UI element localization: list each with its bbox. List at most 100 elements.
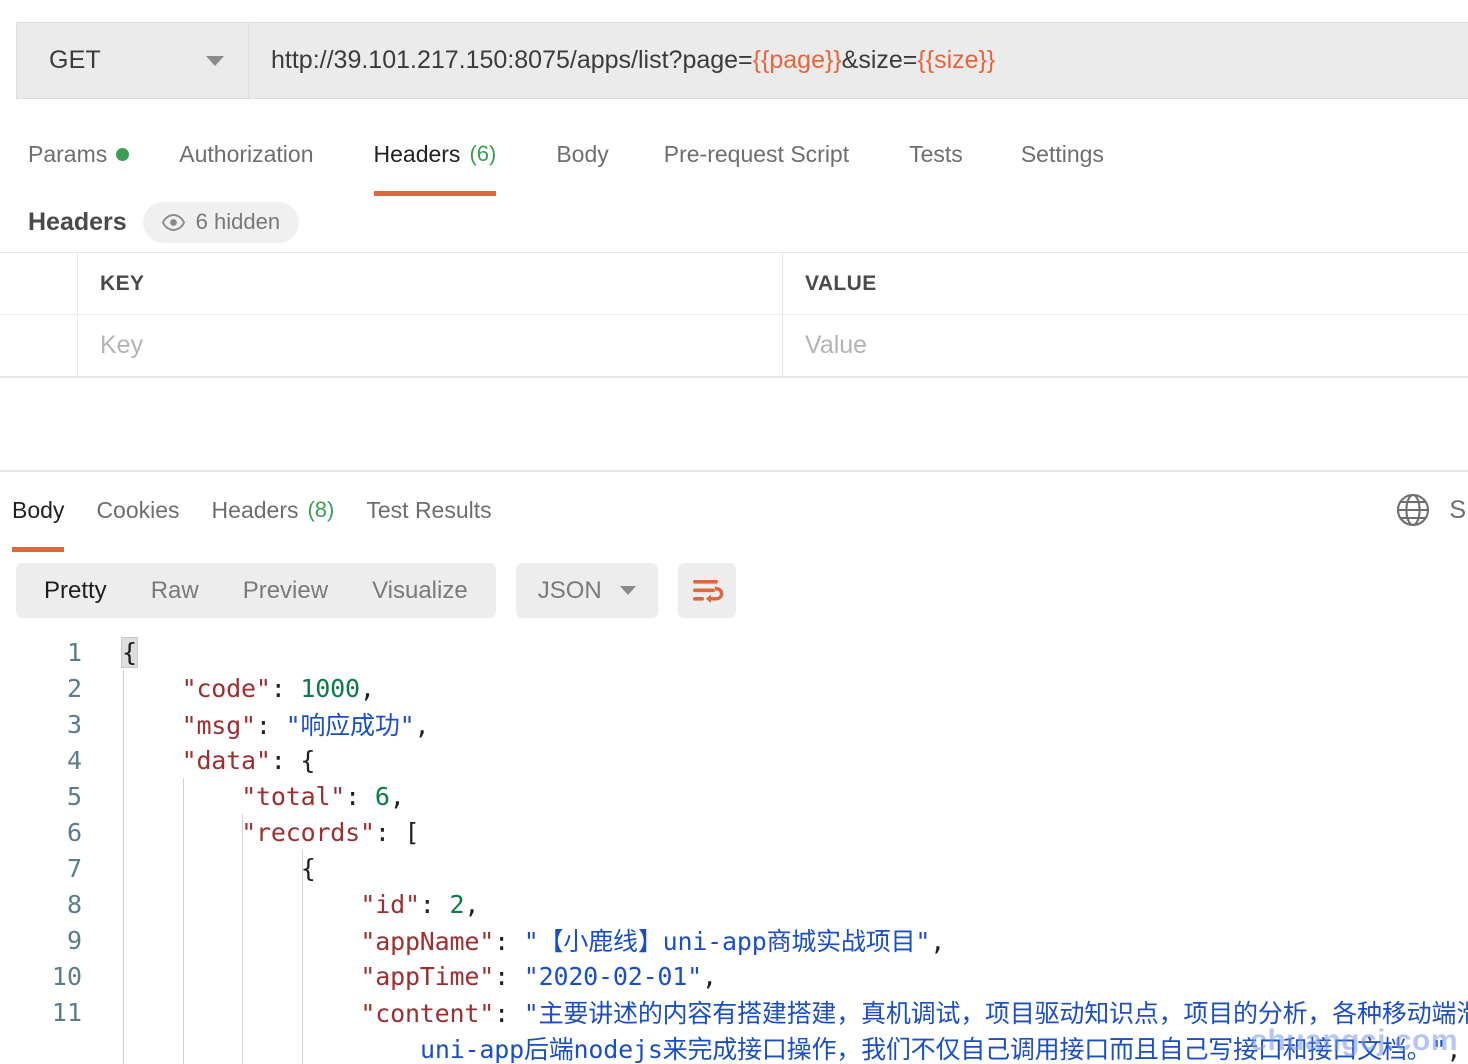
token-p: , xyxy=(389,781,405,811)
code-line: 3 "msg": "响应成功", xyxy=(0,706,1468,742)
token-s: uni-app后端nodejs来完成接口操作，我们不仅自己调用接口而且自己写接口… xyxy=(420,1035,1447,1064)
response-tabs: Body Cookies Headers (8) Test Results xyxy=(0,482,1468,552)
wrap-lines-button[interactable] xyxy=(677,563,736,618)
view-label: Visualize xyxy=(372,576,468,604)
response-format-select[interactable]: JSON xyxy=(515,563,658,618)
tab-headers[interactable]: Headers (6) xyxy=(373,128,496,196)
view-label: Pretty xyxy=(44,576,107,604)
token-p: : xyxy=(270,673,301,703)
column-header-value: VALUE xyxy=(783,253,1468,314)
row-checkbox-cell[interactable] xyxy=(0,315,78,376)
response-body-toolbar: Pretty Raw Preview Visualize JSON xyxy=(16,563,736,618)
token-p: { xyxy=(300,853,316,883)
line-number: 4 xyxy=(66,745,82,775)
code-content: uni-app后端nodejs来完成接口操作，我们不仅自己调用接口而且自己写接口… xyxy=(104,1030,1461,1064)
view-label: Preview xyxy=(242,576,329,604)
column-header-key-label: KEY xyxy=(100,271,145,295)
tab-label: Headers xyxy=(373,140,461,167)
response-tab-headers[interactable]: Headers (8) xyxy=(212,484,335,536)
request-tabs: Params Authorization Headers (6) Body Pre-req… xyxy=(0,128,1468,196)
select-all-checkbox-cell[interactable] xyxy=(0,253,78,314)
globe-icon[interactable] xyxy=(1393,490,1433,530)
token-k: "code" xyxy=(181,673,271,703)
header-value-input[interactable]: Value xyxy=(783,315,1468,376)
table-row[interactable]: Key Value xyxy=(0,315,1468,377)
tab-label: Pre-request Script xyxy=(663,140,850,167)
line-number: 2 xyxy=(66,673,82,703)
headers-table-header-row: KEY VALUE xyxy=(0,253,1468,315)
token-n: 2 xyxy=(449,889,465,919)
token-n: 6 xyxy=(374,781,390,811)
headers-section-header: Headers 6 hidden xyxy=(0,196,1468,248)
code-content: "total": 6, xyxy=(104,782,405,811)
wrap-text-icon xyxy=(692,579,724,603)
code-line: 9 "appName": "【小鹿线】uni-app商城实战项目", xyxy=(0,922,1468,958)
tab-label: Params xyxy=(28,140,108,167)
response-view-switch: Pretty Raw Preview Visualize xyxy=(16,563,496,618)
response-actions: S xyxy=(1393,482,1468,538)
response-tab-body[interactable]: Body xyxy=(12,484,65,552)
token-s: "2020-02-01" xyxy=(523,961,702,991)
tab-authorization[interactable]: Authorization xyxy=(179,128,313,180)
token-p: : xyxy=(419,889,450,919)
token-k: "records" xyxy=(241,817,375,847)
url-text-mid: &size= xyxy=(841,46,918,74)
chevron-down-icon xyxy=(206,55,224,66)
token-k: "content" xyxy=(360,999,495,1028)
code-content: "appTime": "2020-02-01", xyxy=(104,962,717,991)
tab-tests[interactable]: Tests xyxy=(909,128,963,180)
indent-guide xyxy=(123,670,124,1064)
pane-divider[interactable] xyxy=(0,470,1468,472)
view-raw[interactable]: Raw xyxy=(129,563,221,618)
tab-label: Body xyxy=(12,496,65,523)
view-visualize[interactable]: Visualize xyxy=(350,563,490,618)
token-p: , xyxy=(464,889,480,919)
view-pretty[interactable]: Pretty xyxy=(22,563,129,618)
token-p: : xyxy=(494,927,524,956)
token-p: , xyxy=(414,711,430,740)
header-key-placeholder: Key xyxy=(100,331,144,359)
code-line: 10 "appTime": "2020-02-01", xyxy=(0,958,1468,994)
headers-table: KEY VALUE Key Value xyxy=(0,252,1468,378)
tab-label: Cookies xyxy=(96,496,180,523)
tab-params[interactable]: Params xyxy=(28,128,130,180)
code-content: "code": 1000, xyxy=(104,674,375,703)
headers-title: Headers xyxy=(28,207,127,236)
code-content: "appName": "【小鹿线】uni-app商城实战项目", xyxy=(104,922,945,958)
token-p: : xyxy=(255,711,286,740)
header-key-input[interactable]: Key xyxy=(78,315,783,376)
hidden-headers-badge[interactable]: 6 hidden xyxy=(142,201,300,243)
indent-guide xyxy=(182,778,184,1064)
view-preview[interactable]: Preview xyxy=(221,563,350,618)
code-line: 7{ xyxy=(0,850,1468,886)
tab-pre-request-script[interactable]: Pre-request Script xyxy=(664,128,849,180)
tab-body[interactable]: Body xyxy=(556,128,608,180)
code-line: 11 "content": "主要讲述的内容有搭建搭建，真机调试，项目驱动知识点，… xyxy=(0,994,1468,1030)
indent-guide xyxy=(301,850,303,1064)
save-response-label[interactable]: S xyxy=(1449,496,1466,525)
token-k: "appName" xyxy=(360,927,495,956)
url-variable-size: {{size}} xyxy=(917,46,996,74)
response-format-label: JSON xyxy=(537,576,602,604)
line-number: 10 xyxy=(51,961,82,991)
response-tab-test-results[interactable]: Test Results xyxy=(366,484,491,536)
eye-icon xyxy=(161,213,185,231)
code-content: "msg": "响应成功", xyxy=(104,706,430,742)
token-p: , xyxy=(359,673,375,703)
postman-request-response-pane: GET http://39.101.217.150:8075/apps/list… xyxy=(0,0,1468,1064)
tab-settings[interactable]: Settings xyxy=(1021,128,1104,180)
http-method-selector[interactable]: GET xyxy=(17,23,249,98)
token-n: 1000 xyxy=(300,673,360,703)
token-p: : xyxy=(494,961,524,991)
token-p: : [ xyxy=(374,817,420,847)
indent-guide xyxy=(242,814,244,1064)
line-number: 1 xyxy=(66,637,82,667)
token-p: , xyxy=(930,927,946,956)
url-input[interactable]: http://39.101.217.150:8075/apps/list?pag… xyxy=(249,23,1468,98)
code-content: "data": { xyxy=(104,746,316,775)
modified-dot-icon xyxy=(116,147,130,161)
response-body-editor[interactable]: 1{2 "code": 1000, 3 "msg": "响应成功", 4 "data": … xyxy=(0,634,1468,1064)
token-p: : xyxy=(345,781,375,811)
response-tab-cookies[interactable]: Cookies xyxy=(96,484,179,536)
line-number: 7 xyxy=(66,853,82,883)
